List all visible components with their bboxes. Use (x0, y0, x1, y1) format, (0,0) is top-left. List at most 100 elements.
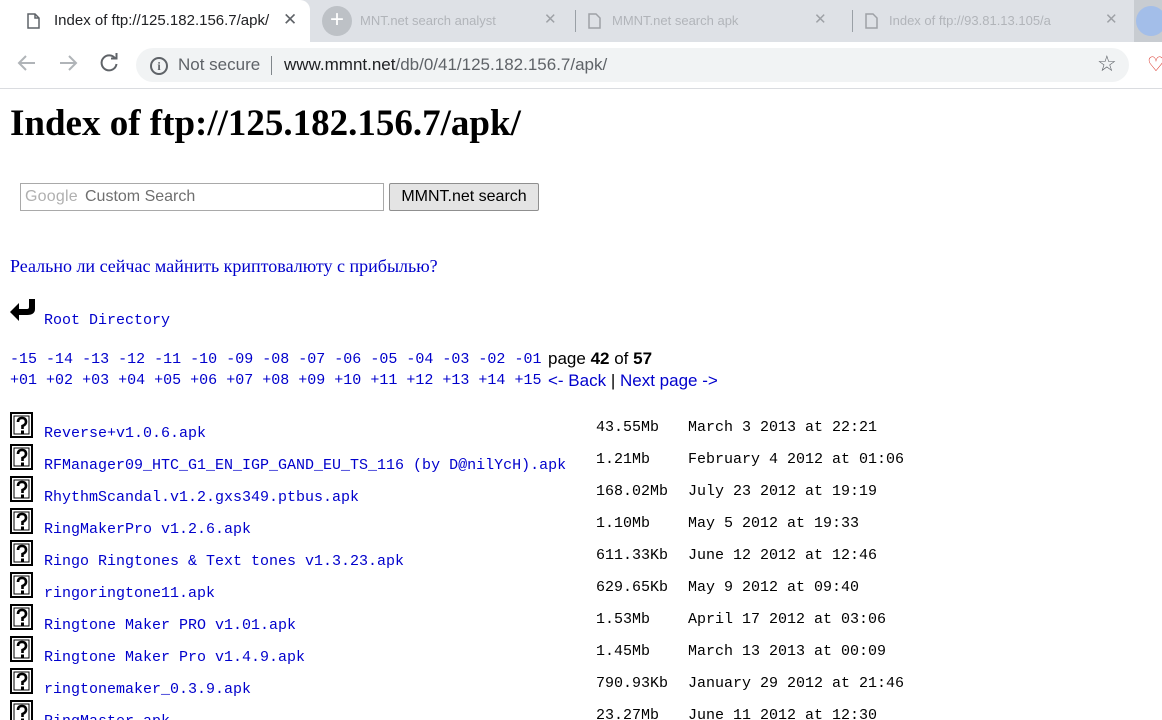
page-link[interactable]: +01 (10, 372, 37, 389)
promo-link[interactable]: Реально ли сейчас майнить криптовалюту с… (10, 256, 438, 277)
profile-avatar[interactable] (1136, 6, 1162, 36)
page-link[interactable]: -14 (46, 351, 73, 368)
back-arrow-icon[interactable] (9, 297, 37, 323)
file-link[interactable]: ringoringtone11.apk (44, 585, 215, 602)
file-size: 790.93Kb (596, 675, 669, 692)
unknown-file-icon[interactable] (10, 412, 34, 443)
search-button[interactable]: MMNT.net search (389, 183, 539, 211)
file-row: Reverse+v1.0.6.apk 43.55Mb March 3 2013 at… (0, 409, 1162, 443)
page-link[interactable]: -03 (442, 351, 469, 368)
page-link[interactable]: -11 (154, 351, 181, 368)
file-link[interactable]: Ringtone Maker PRO v1.01.apk (44, 617, 296, 634)
search-input[interactable]: Google Custom Search (20, 183, 384, 211)
extension-icon[interactable]: ♡ (1147, 52, 1162, 77)
file-date: May 9 2012 at 09:40 (688, 579, 860, 596)
page-link[interactable]: +08 (262, 372, 289, 389)
security-label[interactable]: Not secure (178, 55, 260, 75)
unknown-file-icon[interactable] (10, 444, 34, 475)
url-text[interactable]: www.mmnt.net/db/0/41/125.182.156.7/apk/ (284, 55, 607, 75)
file-size: 1.21Mb (596, 451, 651, 468)
tab-title: MNT.net search analyst (360, 13, 496, 28)
tab-background[interactable]: Index of ftp://93.81.13.105/a ✕ (853, 0, 1133, 42)
unknown-file-icon[interactable] (10, 572, 34, 603)
unknown-file-icon[interactable] (10, 508, 34, 539)
browser-toolbar: i Not secure www.mmnt.net/db/0/41/125.18… (0, 42, 1162, 89)
unknown-file-icon[interactable] (10, 700, 34, 720)
file-size: 43.55Mb (596, 419, 660, 436)
page-link[interactable]: -09 (226, 351, 253, 368)
reload-icon[interactable] (96, 52, 122, 78)
file-link[interactable]: Ringtone Maker Pro v1.4.9.apk (44, 649, 305, 666)
page-link[interactable]: -06 (334, 351, 361, 368)
forward-arrow-icon[interactable] (55, 52, 81, 78)
next-page-link[interactable]: Next page -> (620, 371, 718, 390)
page-link[interactable]: -08 (262, 351, 289, 368)
page-link[interactable]: +12 (406, 372, 433, 389)
back-arrow-icon[interactable] (14, 52, 40, 78)
page-link[interactable]: +07 (226, 372, 253, 389)
tab-background[interactable]: MNT.net search analyst ✕ (360, 0, 570, 42)
page-link[interactable]: +09 (298, 372, 325, 389)
file-link[interactable]: ringtonemaker_0.3.9.apk (44, 681, 251, 698)
address-bar[interactable]: i Not secure www.mmnt.net/db/0/41/125.18… (136, 48, 1129, 82)
page-link[interactable]: -04 (406, 351, 433, 368)
page-link[interactable]: -13 (82, 351, 109, 368)
file-link[interactable]: Ringo Ringtones & Text tones v1.3.23.apk (44, 553, 404, 570)
new-tab-button[interactable]: + (322, 6, 352, 36)
page-link[interactable]: -07 (298, 351, 325, 368)
file-size: 1.45Mb (596, 643, 651, 660)
file-size: 1.10Mb (596, 515, 651, 532)
info-icon[interactable]: i (150, 57, 168, 75)
file-link[interactable]: Reverse+v1.0.6.apk (44, 425, 206, 442)
tab-title: Index of ftp://125.182.156.7/apk/ (54, 12, 270, 29)
page-link[interactable]: +15 (514, 372, 541, 389)
bookmark-star-icon[interactable]: ☆ (1097, 51, 1117, 77)
root-directory-link[interactable]: Root Directory (44, 312, 170, 329)
close-icon[interactable]: ✕ (1105, 10, 1118, 28)
page-link[interactable]: -10 (190, 351, 217, 368)
file-size: 23.27Mb (596, 707, 660, 720)
close-icon[interactable]: ✕ (283, 10, 297, 30)
file-link[interactable]: RFManager09_HTC_G1_EN_IGP_GAND_EU_TS_116… (44, 457, 566, 474)
page-link[interactable]: +14 (478, 372, 505, 389)
unknown-file-icon[interactable] (10, 636, 34, 667)
page-link[interactable]: -02 (478, 351, 505, 368)
page-link[interactable]: -12 (118, 351, 145, 368)
page-link[interactable]: +05 (154, 372, 181, 389)
tab-active[interactable]: Index of ftp://125.182.156.7/apk/ ✕ (0, 0, 310, 42)
unknown-file-icon[interactable] (10, 668, 34, 699)
unknown-file-icon[interactable] (10, 604, 34, 635)
file-link[interactable]: RhythmScandal.v1.2.gxs349.ptbus.apk (44, 489, 359, 506)
page-link[interactable]: +11 (370, 372, 397, 389)
page-link[interactable]: +06 (190, 372, 217, 389)
page-link[interactable]: +04 (118, 372, 145, 389)
file-date: March 3 2013 at 22:21 (688, 419, 878, 436)
page-link[interactable]: +02 (46, 372, 73, 389)
pager-next-pages: +01 +02 +03 +04 +05 +06 +07 +08 +09 +10 … (10, 372, 541, 389)
file-date: July 23 2012 at 19:19 (688, 483, 878, 500)
unknown-file-icon[interactable] (10, 476, 34, 507)
file-row: RFManager09_HTC_G1_EN_IGP_GAND_EU_TS_116… (0, 441, 1162, 475)
page-icon (27, 13, 40, 29)
pager-previous-pages: -15 -14 -13 -12 -11 -10 -09 -08 -07 -06 … (10, 351, 541, 368)
file-date: January 29 2012 at 21:46 (688, 675, 905, 692)
file-date: February 4 2012 at 01:06 (688, 451, 905, 468)
file-link[interactable]: RingMakerPro v1.2.6.apk (44, 521, 251, 538)
page-link[interactable]: -15 (10, 351, 37, 368)
url-host: www.mmnt.net (284, 55, 396, 74)
page-icon (865, 13, 878, 29)
page-link[interactable]: -05 (370, 351, 397, 368)
tab-background[interactable]: MMNT.net search apk ✕ (576, 0, 846, 42)
file-size: 1.53Mb (596, 611, 651, 628)
page-link[interactable]: +03 (82, 372, 109, 389)
close-icon[interactable]: ✕ (814, 10, 827, 28)
unknown-file-icon[interactable] (10, 540, 34, 571)
file-date: June 11 2012 at 12:30 (688, 707, 878, 720)
page-link[interactable]: +10 (334, 372, 361, 389)
page-link[interactable]: -01 (514, 351, 541, 368)
page-link[interactable]: +13 (442, 372, 469, 389)
back-link[interactable]: <- Back (548, 371, 606, 390)
close-icon[interactable]: ✕ (544, 10, 557, 28)
file-row: ringtonemaker_0.3.9.apk 790.93Kb January 2… (0, 665, 1162, 699)
file-link[interactable]: RingMaster.apk (44, 713, 170, 720)
